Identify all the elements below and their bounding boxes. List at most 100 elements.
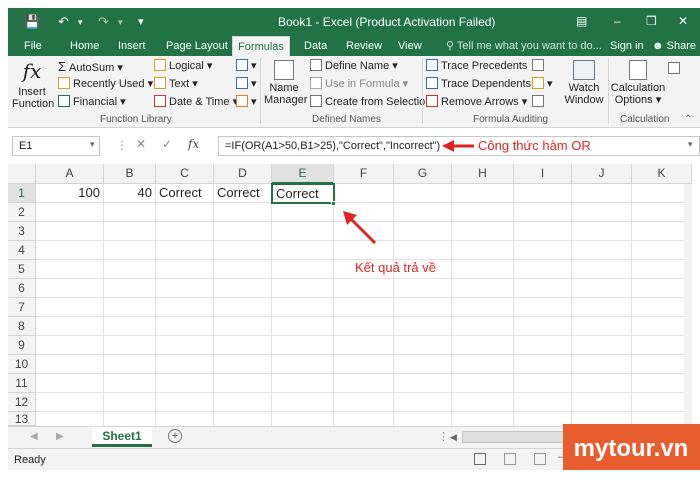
tab-file[interactable]: File <box>20 36 46 56</box>
name-box[interactable]: E1 <box>12 136 100 156</box>
row-header-8[interactable]: 8 <box>8 317 36 336</box>
undo-icon[interactable]: ↶ <box>58 14 69 30</box>
trace-precedents-label: Trace Precedents <box>441 60 528 72</box>
prev-sheet-icon[interactable]: ◀ <box>30 431 38 442</box>
tell-me-search[interactable]: ⚲ Tell me what you want to do... <box>442 36 606 56</box>
tab-page-layout[interactable]: Page Layout <box>162 36 232 56</box>
row-header-4[interactable]: 4 <box>8 241 36 260</box>
column-header-j[interactable]: J <box>572 164 632 184</box>
restore-icon[interactable]: ❐ <box>646 14 657 28</box>
financial-button[interactable]: Financial ▾ <box>58 95 126 108</box>
cell-b1[interactable]: 40 <box>104 184 156 203</box>
tab-data[interactable]: Data <box>300 36 331 56</box>
row-header-7[interactable]: 7 <box>8 298 36 317</box>
tab-splitter-icon[interactable]: ⋮ <box>438 430 449 443</box>
cell-e1-selected[interactable]: Correct <box>271 183 335 204</box>
fill-handle[interactable] <box>331 201 336 206</box>
close-icon[interactable]: ✕ <box>678 14 688 28</box>
normal-view-icon[interactable] <box>474 453 486 465</box>
column-header-g[interactable]: G <box>394 164 452 184</box>
select-all-corner[interactable] <box>8 164 36 184</box>
column-header-c[interactable]: C <box>156 164 214 184</box>
cell-a1[interactable]: 100 <box>36 184 104 203</box>
column-header-k[interactable]: K <box>632 164 692 184</box>
page-layout-view-icon[interactable] <box>504 453 516 465</box>
row-header-1[interactable]: 1 <box>8 184 36 203</box>
share-button[interactable]: ☻ Share <box>648 36 700 56</box>
group-label-formula-auditing: Formula Auditing <box>473 114 549 125</box>
text-button[interactable]: Text ▾ <box>154 77 198 90</box>
autosum-button[interactable]: Σ AutoSum ▾ <box>58 59 123 74</box>
autosum-label: AutoSum <box>69 62 115 74</box>
insert-function-button[interactable]: fx Insert Function <box>12 60 54 110</box>
column-header-d[interactable]: D <box>214 164 272 184</box>
row-header-9[interactable]: 9 <box>8 336 36 355</box>
calculate-now-button[interactable] <box>668 62 683 75</box>
use-in-formula-button[interactable]: Use in Formula ▾ <box>310 77 408 90</box>
cell-c1[interactable]: Correct <box>156 184 214 203</box>
trace-precedents-button[interactable]: Trace Precedents <box>426 59 527 72</box>
column-header-b[interactable]: B <box>104 164 156 184</box>
date-time-button[interactable]: Date & Time ▾ <box>154 95 238 108</box>
row-header-12[interactable]: 12 <box>8 393 36 412</box>
tab-home[interactable]: Home <box>66 36 103 56</box>
row-header-10[interactable]: 10 <box>8 355 36 374</box>
create-from-selection-button[interactable]: Create from Selection <box>310 95 431 108</box>
minimize-icon[interactable]: – <box>614 14 621 28</box>
row-header-11[interactable]: 11 <box>8 374 36 393</box>
ribbon-display-icon[interactable]: ▤ <box>576 14 587 28</box>
show-formulas-button[interactable] <box>532 59 547 72</box>
scroll-left-icon[interactable]: ◀ <box>450 432 457 443</box>
formula-input[interactable]: =IF(OR(A1>50,B1>25),"Correct","Incorrect… <box>218 136 700 156</box>
row-header-6[interactable]: 6 <box>8 279 36 298</box>
name-manager-button[interactable]: Name Manager <box>264 60 307 106</box>
horizontal-scrollbar[interactable] <box>462 431 570 443</box>
sheet-tab-sheet1[interactable]: Sheet1 <box>92 427 152 447</box>
ribbon-formulas: fx Insert Function Σ AutoSum ▾ Recently U… <box>8 56 700 128</box>
recently-used-button[interactable]: Recently Used ▾ <box>58 77 153 90</box>
save-icon[interactable]: 💾 <box>24 14 40 30</box>
column-header-f[interactable]: F <box>334 164 394 184</box>
name-box-dropdown-icon[interactable]: ▾ <box>90 139 95 150</box>
insert-function-icon[interactable]: fx <box>188 137 199 151</box>
sigma-icon: Σ <box>58 59 67 74</box>
redo-icon[interactable]: ↷ <box>98 14 109 30</box>
enter-icon[interactable]: ✓ <box>162 137 172 151</box>
tab-insert[interactable]: Insert <box>114 36 150 56</box>
column-header-e[interactable]: E <box>272 164 334 184</box>
page-break-view-icon[interactable] <box>534 453 546 465</box>
tab-formulas[interactable]: Formulas <box>232 36 290 56</box>
cancel-icon[interactable]: ✕ <box>136 137 146 151</box>
column-header-a[interactable]: A <box>36 164 104 184</box>
more-functions-button[interactable]: ▾ <box>236 95 257 108</box>
math-trig-button[interactable]: ▾ <box>236 77 257 90</box>
expand-formula-bar-icon[interactable]: ▾ <box>688 139 693 150</box>
row-header-3[interactable]: 3 <box>8 222 36 241</box>
watch-window-button[interactable]: Watch Window <box>564 60 604 106</box>
evaluate-formula-button[interactable] <box>532 95 547 108</box>
column-header-i[interactable]: I <box>514 164 572 184</box>
new-sheet-icon[interactable]: + <box>168 429 182 443</box>
redo-dropdown-icon[interactable]: ▾ <box>118 17 123 28</box>
trace-dependents-button[interactable]: Trace Dependents <box>426 77 531 90</box>
column-header-h[interactable]: H <box>452 164 514 184</box>
remove-arrows-button[interactable]: Remove Arrows ▾ <box>426 95 527 108</box>
define-name-button[interactable]: Define Name ▾ <box>310 59 398 72</box>
collapse-ribbon-icon[interactable]: ⌃ <box>684 114 692 125</box>
tab-view[interactable]: View <box>394 36 426 56</box>
cell-d1[interactable]: Correct <box>214 184 272 203</box>
create-from-selection-label: Create from Selection <box>325 96 432 108</box>
vertical-scrollbar[interactable] <box>684 184 692 426</box>
row-header-5[interactable]: 5 <box>8 260 36 279</box>
logical-button[interactable]: Logical ▾ <box>154 59 212 72</box>
row-header-13[interactable]: 13 <box>8 412 36 426</box>
undo-dropdown-icon[interactable]: ▾ <box>78 17 83 28</box>
customize-toolbar-icon[interactable]: ▾ <box>138 15 144 28</box>
sign-in-link[interactable]: Sign in <box>606 36 648 56</box>
tab-review[interactable]: Review <box>342 36 386 56</box>
next-sheet-icon[interactable]: ▶ <box>56 431 64 442</box>
calculation-options-button[interactable]: Calculation Options ▾ <box>610 60 666 106</box>
row-header-2[interactable]: 2 <box>8 203 36 222</box>
error-checking-button[interactable]: ▾ <box>532 77 553 90</box>
lookup-reference-button[interactable]: ▾ <box>236 59 257 72</box>
